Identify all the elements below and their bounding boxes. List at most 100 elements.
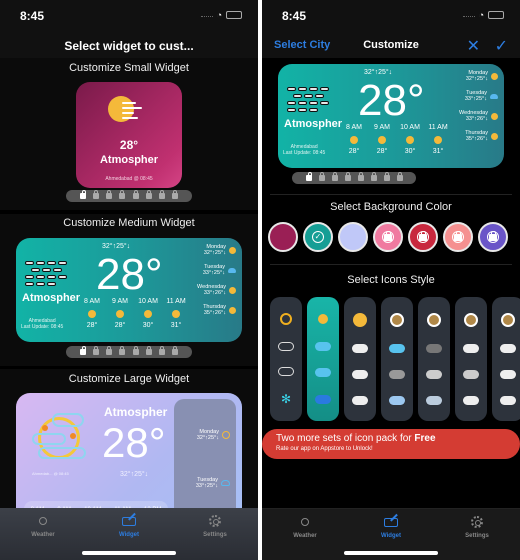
icon-set-1[interactable]: ✻ bbox=[270, 297, 302, 421]
lock-icon[interactable] bbox=[172, 346, 179, 355]
checkmark-icon: ✓ bbox=[312, 231, 324, 243]
icon-set-5-locked[interactable] bbox=[418, 297, 450, 421]
icon-set-4-locked[interactable] bbox=[381, 297, 413, 421]
page-title: Select widget to cust... bbox=[0, 34, 258, 58]
partly-cloudy-icon bbox=[228, 267, 236, 273]
forecast-day: Wednesday 33°↑26°↓ bbox=[459, 110, 498, 122]
checkmark-icon[interactable]: ✓ bbox=[495, 36, 508, 56]
lock-icon[interactable] bbox=[396, 172, 403, 181]
home-indicator bbox=[344, 551, 438, 555]
haze-grid-icon bbox=[24, 252, 68, 286]
icon-set-6-locked[interactable] bbox=[455, 297, 487, 421]
lock-icon[interactable] bbox=[145, 190, 152, 199]
sun-icon bbox=[353, 313, 367, 328]
lock-icon[interactable] bbox=[159, 346, 166, 355]
large-condition: Atmospher bbox=[104, 405, 168, 419]
icon-set-3[interactable] bbox=[344, 297, 376, 421]
small-widget-preview[interactable]: 28° Atmospher Ahmedabad @ 08:45 bbox=[76, 82, 182, 188]
lock-icon[interactable] bbox=[132, 190, 139, 199]
large-forecast-panel: Monday 32°↑25°↓ Tuesday 33°↑25°↓ bbox=[174, 399, 236, 523]
color-swatch[interactable] bbox=[268, 222, 298, 252]
partly-cloudy-icon bbox=[315, 341, 331, 351]
color-swatch-locked[interactable] bbox=[478, 222, 508, 252]
lock-icon[interactable] bbox=[331, 172, 338, 181]
sun-icon bbox=[318, 313, 328, 324]
unlocked-icon[interactable] bbox=[318, 172, 325, 181]
lock-icon[interactable] bbox=[344, 172, 351, 181]
sun-outline-icon bbox=[298, 515, 312, 529]
lock-icon[interactable] bbox=[119, 346, 126, 355]
tab-settings[interactable]: Settings bbox=[447, 515, 507, 560]
lock-icon[interactable] bbox=[106, 190, 113, 199]
battery-icon bbox=[488, 11, 504, 19]
tab-weather[interactable]: Weather bbox=[275, 515, 335, 560]
color-swatch[interactable] bbox=[338, 222, 368, 252]
hour-item: 11 AM 31° bbox=[166, 298, 186, 329]
medium-temp: 28° bbox=[358, 76, 425, 125]
forecast-day: Tuesday 33°↑25°↓ bbox=[196, 477, 230, 489]
wifi-icon: ◔ bbox=[478, 10, 484, 20]
tab-weather[interactable]: Weather bbox=[13, 514, 73, 560]
sun-icon bbox=[229, 246, 236, 254]
lock-icon[interactable] bbox=[357, 172, 364, 181]
close-icon[interactable]: ✕ bbox=[467, 36, 480, 56]
lock-icon[interactable] bbox=[383, 172, 390, 181]
rain-icon bbox=[389, 369, 405, 379]
medium-widget-preview[interactable]: Atmospher 32°↑25°↓ 28° 8 AM 28° 9 AM 28° 1… bbox=[16, 238, 242, 342]
snow-cloud-icon bbox=[315, 395, 331, 405]
wifi-icon: ◔ bbox=[216, 10, 222, 20]
forecast-day: Thursday 35°↑26°↓ bbox=[197, 304, 236, 316]
lock-icon[interactable] bbox=[106, 346, 113, 355]
snow-icon bbox=[500, 395, 516, 405]
lock-icon[interactable] bbox=[159, 190, 166, 199]
hour-item: 8 AM 28° bbox=[346, 124, 362, 155]
medium-widget-title: Customize Medium Widget bbox=[63, 217, 195, 229]
tab-settings[interactable]: Settings bbox=[185, 514, 245, 560]
lock-icon bbox=[501, 313, 515, 328]
small-location: Ahmedabad @ 08:45 bbox=[105, 176, 153, 182]
icons-style-title: Select Icons Style bbox=[347, 274, 435, 286]
lock-icon[interactable] bbox=[132, 346, 139, 355]
lock-icon[interactable] bbox=[145, 346, 152, 355]
customize-screen: 8:45 ◔ Select City Customize ✕ ✓ Atmosph… bbox=[262, 0, 520, 560]
status-time: 8:45 bbox=[282, 9, 307, 23]
lock-icon[interactable] bbox=[370, 172, 377, 181]
small-style-pager[interactable] bbox=[66, 190, 192, 202]
unlocked-icon[interactable] bbox=[92, 190, 99, 199]
gear-icon bbox=[208, 514, 222, 528]
unlocked-icon[interactable] bbox=[79, 346, 86, 355]
rain-icon bbox=[278, 367, 294, 377]
large-widget-preview[interactable]: Atmospher 28° Ahmedab... @ 08:45 32°↑25°… bbox=[16, 393, 242, 523]
divider bbox=[270, 194, 512, 195]
icon-set-7-locked[interactable] bbox=[492, 297, 520, 421]
snow-icon bbox=[352, 395, 368, 405]
rain-icon bbox=[426, 369, 442, 379]
sun-icon bbox=[88, 310, 96, 318]
lock-icon[interactable] bbox=[172, 190, 179, 199]
forecast-day: Tuesday 33°↑25°↓ bbox=[197, 264, 236, 276]
unlock-promo-banner[interactable]: Two more sets of icon pack for Free Rate… bbox=[262, 429, 520, 459]
haze-grid-icon bbox=[286, 78, 330, 112]
style-pager[interactable] bbox=[292, 172, 416, 184]
unlocked-icon[interactable] bbox=[92, 346, 99, 355]
rain-icon bbox=[352, 369, 368, 379]
divider bbox=[270, 264, 512, 265]
medium-style-pager[interactable] bbox=[66, 346, 192, 358]
snowflake-icon: ✻ bbox=[280, 391, 292, 406]
unlocked-icon[interactable] bbox=[305, 172, 312, 181]
small-widget-title: Customize Small Widget bbox=[69, 62, 189, 74]
unlocked-icon[interactable] bbox=[79, 190, 86, 199]
forecast-day: Monday 32°↑25°↓ bbox=[197, 429, 230, 441]
sun-icon bbox=[172, 310, 180, 318]
color-swatch-locked[interactable] bbox=[408, 222, 438, 252]
widget-icon bbox=[122, 512, 136, 528]
color-swatch-selected[interactable]: ✓ bbox=[303, 222, 333, 252]
sun-icon bbox=[222, 431, 230, 439]
lock-icon[interactable] bbox=[119, 190, 126, 199]
icon-set-2-selected[interactable] bbox=[307, 297, 339, 421]
hour-item: 11 AM 31° bbox=[428, 124, 448, 155]
color-swatch-locked[interactable] bbox=[443, 222, 473, 252]
color-swatch-locked[interactable] bbox=[373, 222, 403, 252]
medium-location: Ahmedabad Last Update: 08:45 bbox=[283, 144, 326, 156]
promo-subtext: Rate our app on Appstore to Unlock! bbox=[276, 446, 373, 452]
